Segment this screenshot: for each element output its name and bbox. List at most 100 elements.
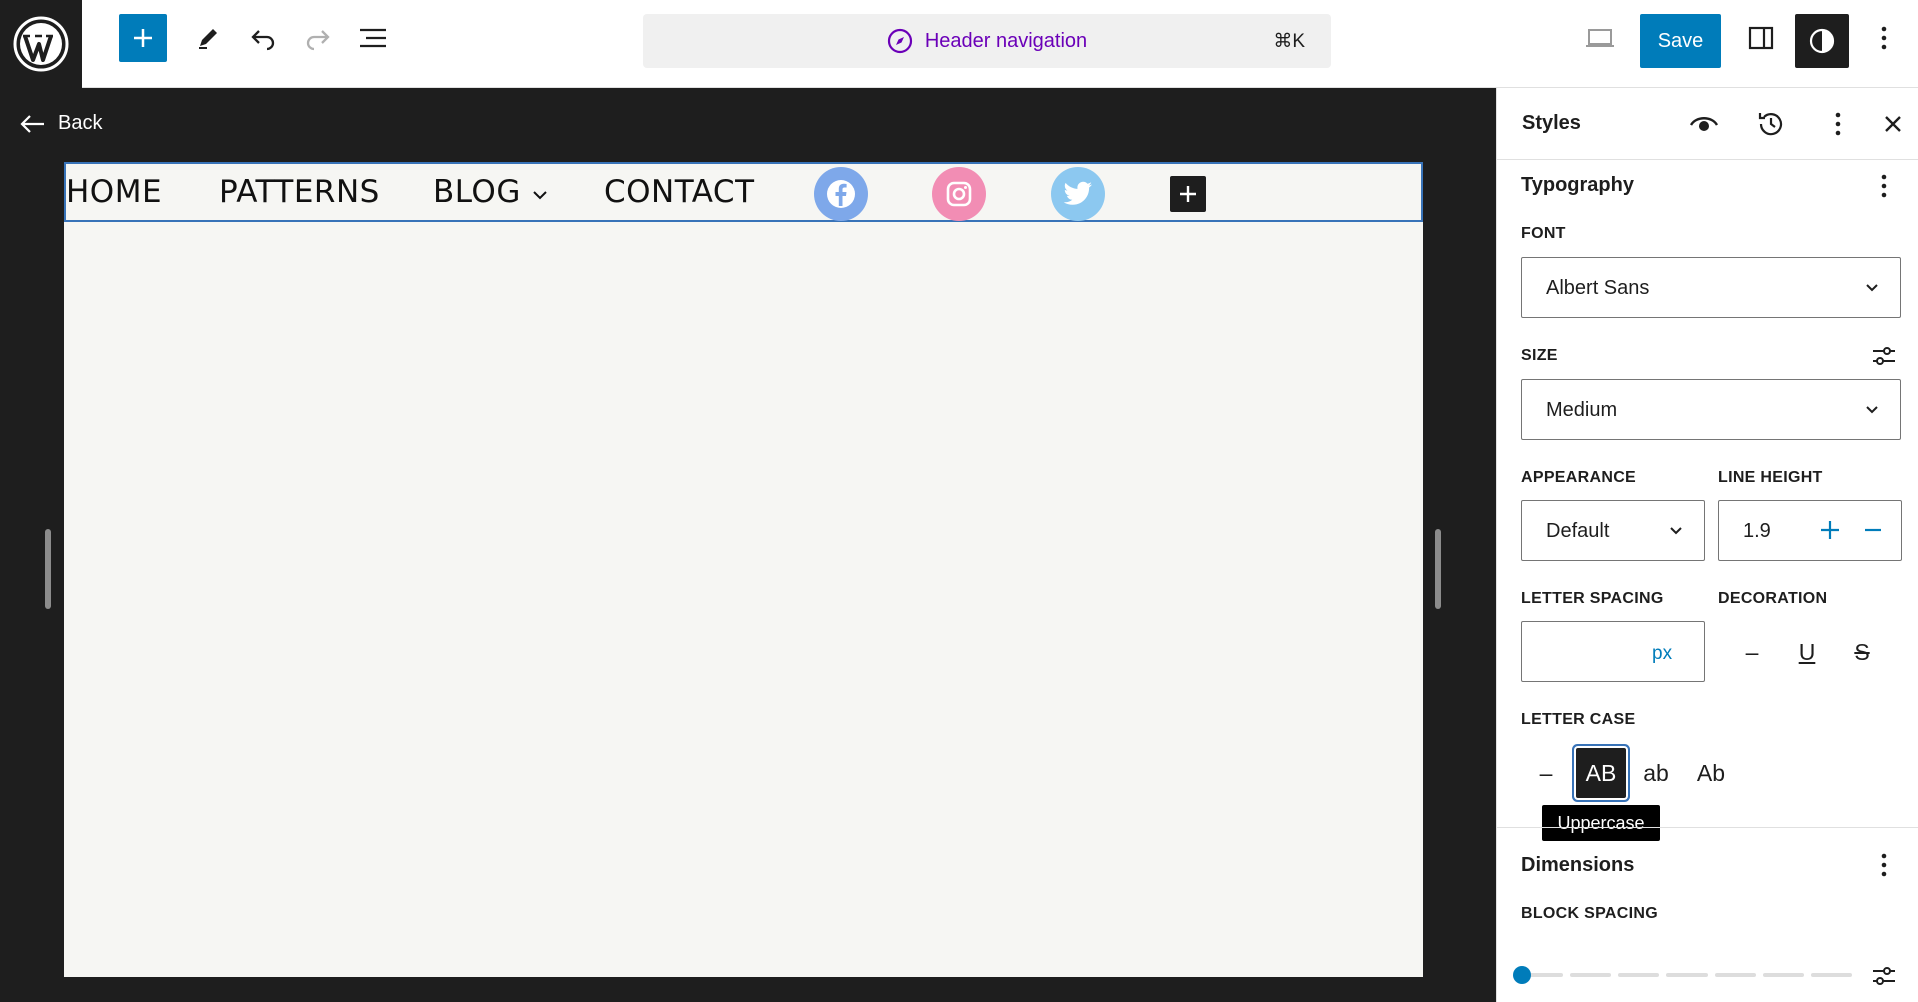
social-link-facebook[interactable]	[814, 167, 868, 221]
settings-sidebar-button[interactable]	[1737, 14, 1785, 62]
font-label: FONT	[1521, 225, 1566, 242]
settings-sliders-icon	[1873, 967, 1895, 985]
letter-case-none-button[interactable]: –	[1521, 748, 1571, 798]
redo-icon	[306, 30, 330, 51]
dimensions-options-button[interactable]	[1864, 845, 1904, 885]
sidebar-header: Styles	[1497, 88, 1918, 160]
undo-icon	[251, 30, 275, 51]
letter-spacing-unit-select[interactable]: px	[1652, 643, 1672, 665]
styles-more-options-button[interactable]	[1818, 104, 1858, 144]
typography-options-button[interactable]	[1864, 166, 1904, 206]
decoration-underline-button[interactable]: U	[1782, 627, 1832, 677]
device-preview-button[interactable]	[1576, 14, 1624, 62]
block-spacing-label: BLOCK SPACING	[1521, 905, 1658, 922]
block-inserter-button[interactable]	[119, 14, 167, 62]
letter-case-uppercase-button[interactable]: AB	[1576, 748, 1626, 798]
size-label: SIZE	[1521, 347, 1558, 364]
plus-icon	[134, 29, 152, 47]
more-vertical-icon	[1881, 26, 1887, 50]
line-height-value: 1.9	[1743, 520, 1771, 542]
line-height-input[interactable]: 1.9	[1718, 500, 1902, 561]
sidebar-icon	[1748, 26, 1774, 50]
letter-case-none-label: –	[1539, 759, 1553, 786]
letter-spacing-input[interactable]: px	[1521, 621, 1705, 682]
slider-step	[1714, 973, 1756, 977]
options-menu-button[interactable]	[1860, 14, 1908, 62]
slider-step	[1618, 973, 1660, 977]
appearance-select[interactable]: Default	[1521, 500, 1705, 561]
block-spacing-slider-thumb[interactable]	[1513, 966, 1531, 984]
add-nav-item-button[interactable]	[1170, 176, 1206, 212]
block-spacing-custom-button[interactable]	[1864, 956, 1904, 996]
letter-spacing-label: LETTER SPACING	[1521, 590, 1664, 607]
pencil-icon	[199, 29, 217, 49]
command-shortcut: ⌘K	[1273, 31, 1305, 52]
instagram-icon	[946, 181, 972, 207]
font-family-value: Albert Sans	[1546, 277, 1650, 299]
section-divider	[1497, 827, 1918, 828]
list-view-icon	[360, 28, 386, 48]
arrow-left-icon	[20, 114, 44, 133]
command-palette-bar[interactable]: Header navigation ⌘K	[643, 14, 1331, 68]
compass-icon	[887, 28, 912, 54]
nav-item-blog-label: BLOG	[433, 174, 521, 210]
close-sidebar-button[interactable]	[1873, 104, 1913, 144]
chevron-down-icon	[1866, 406, 1878, 414]
decoration-label: DECORATION	[1718, 590, 1828, 607]
decoration-none-label: –	[1745, 638, 1759, 665]
revisions-button[interactable]	[1751, 104, 1791, 144]
styles-toggle-button[interactable]	[1795, 14, 1849, 68]
nav-item-contact[interactable]: CONTACT	[604, 174, 755, 210]
block-spacing-slider-track[interactable]	[1522, 973, 1852, 977]
contrast-icon	[1809, 28, 1835, 54]
sidebar-title: Styles	[1522, 112, 1581, 134]
navigation-block[interactable]: HOME PATTERNS BLOG CONTACT	[64, 162, 1423, 222]
decoration-strikethrough-label: S	[1854, 638, 1870, 665]
settings-sliders-icon	[1873, 347, 1895, 365]
dimensions-section-title: Dimensions	[1521, 854, 1635, 876]
slider-step	[1666, 973, 1708, 977]
uppercase-tooltip: Uppercase	[1542, 805, 1660, 841]
chevron-down-icon	[533, 191, 547, 200]
appearance-label: APPEARANCE	[1521, 469, 1637, 486]
size-custom-button[interactable]	[1864, 336, 1904, 376]
decoration-none-button[interactable]: –	[1727, 627, 1777, 677]
social-link-instagram[interactable]	[932, 167, 986, 221]
eye-icon	[1689, 117, 1719, 131]
resize-handle-right[interactable]	[1435, 529, 1441, 609]
more-vertical-icon	[1881, 853, 1887, 877]
undo-button[interactable]	[239, 14, 287, 62]
letter-case-label: LETTER CASE	[1521, 711, 1636, 728]
nav-item-blog[interactable]: BLOG	[433, 174, 549, 210]
slider-step	[1570, 973, 1612, 977]
font-family-select[interactable]: Albert Sans	[1521, 257, 1901, 318]
social-link-twitter[interactable]	[1051, 167, 1105, 221]
style-book-button[interactable]	[1684, 104, 1724, 144]
back-label: Back	[58, 112, 103, 134]
slider-step	[1810, 973, 1852, 977]
nav-item-home[interactable]: HOME	[66, 174, 162, 210]
decoration-underline-label: U	[1798, 638, 1816, 665]
back-link[interactable]: Back	[20, 112, 102, 135]
font-size-value: Medium	[1546, 399, 1618, 421]
line-height-decrement-button[interactable]	[1858, 515, 1888, 545]
decoration-strikethrough-button[interactable]: S	[1837, 627, 1887, 677]
twitter-icon	[1063, 181, 1092, 205]
resize-handle-left[interactable]	[45, 529, 51, 609]
more-vertical-icon	[1835, 112, 1841, 136]
top-toolbar: Header navigation ⌘K Save	[0, 0, 1918, 88]
nav-item-patterns[interactable]: PATTERNS	[219, 174, 380, 210]
letter-case-capitalize-button[interactable]: Ab	[1686, 748, 1736, 798]
template-preview-frame[interactable]	[64, 163, 1423, 977]
editor-canvas: Back HOME PATTERNS BLOG CONTACT	[0, 88, 1496, 1002]
letter-case-capitalize-label: Ab	[1696, 759, 1726, 786]
font-size-select[interactable]: Medium	[1521, 379, 1901, 440]
tools-button[interactable]	[184, 14, 232, 62]
slider-step	[1762, 973, 1804, 977]
letter-case-lowercase-button[interactable]: ab	[1631, 748, 1681, 798]
save-button[interactable]: Save	[1640, 14, 1721, 68]
line-height-increment-button[interactable]	[1815, 515, 1845, 545]
document-overview-button[interactable]	[349, 14, 397, 62]
redo-button[interactable]	[294, 14, 342, 62]
wordpress-logo-icon[interactable]	[0, 0, 82, 88]
